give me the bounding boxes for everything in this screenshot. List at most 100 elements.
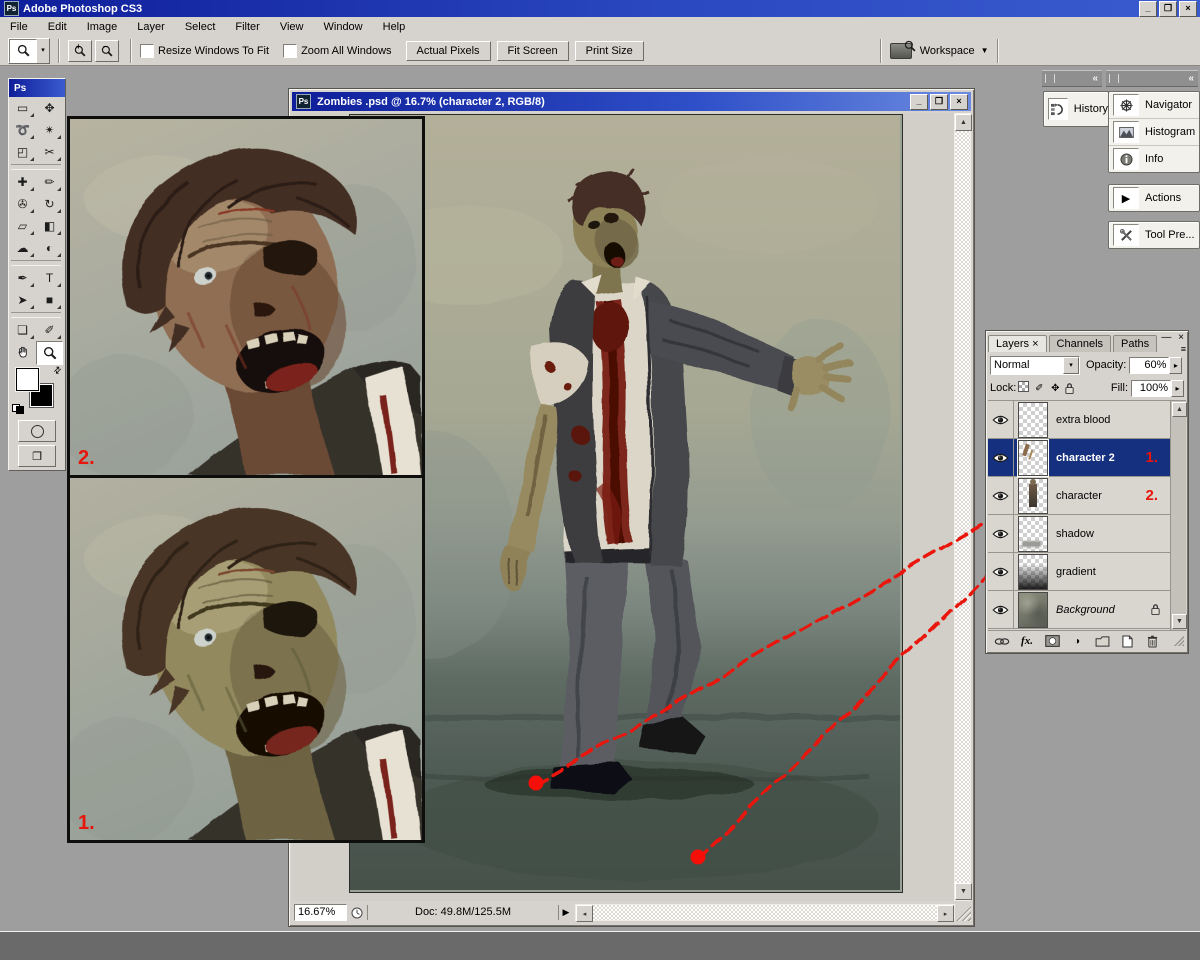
default-colors-icon[interactable]	[12, 404, 24, 414]
menu-filter[interactable]: Filter	[225, 19, 269, 35]
tool-shape[interactable]: ■	[36, 289, 63, 311]
status-options-arrow-icon[interactable]: ▶	[559, 907, 573, 918]
minimize-button[interactable]: _	[1139, 1, 1157, 17]
layer-row-extra-blood[interactable]: extra blood	[988, 401, 1171, 439]
tool-eyedropper[interactable]: ✐	[36, 319, 63, 341]
layers-scrollbar[interactable]: ▲ ▼	[1170, 401, 1186, 630]
info-palette-button[interactable]: Info	[1109, 146, 1199, 172]
horizontal-scrollbar[interactable]: ◂ ▸	[575, 904, 955, 921]
actual-pixels-button[interactable]: Actual Pixels	[406, 41, 491, 61]
tool-path-selection[interactable]: ➤	[9, 289, 36, 311]
tab-layers[interactable]: Layers ×	[988, 335, 1047, 352]
tool-magic-wand[interactable]: ✴	[36, 119, 63, 141]
tool-move[interactable]: ✥	[36, 97, 63, 119]
lock-transparency-icon[interactable]	[1016, 381, 1030, 395]
dock-grip[interactable]	[1109, 74, 1119, 83]
tool-brush[interactable]: ✏	[36, 171, 63, 193]
delete-layer-icon[interactable]	[1144, 634, 1160, 648]
resize-windows-checkbox[interactable]: Resize Windows To Fit	[140, 44, 269, 58]
new-layer-icon[interactable]	[1119, 634, 1135, 648]
dock-grip[interactable]	[1045, 74, 1055, 83]
visibility-toggle[interactable]	[988, 401, 1014, 438]
workspace-menu[interactable]: Workspace ▼	[890, 43, 989, 59]
navigator-palette-button[interactable]: Navigator	[1109, 92, 1199, 119]
menu-image[interactable]: Image	[77, 19, 128, 35]
zoom-out-button[interactable]: −	[95, 40, 119, 62]
tool-pen[interactable]: ✒	[9, 267, 36, 289]
new-group-icon[interactable]	[1094, 634, 1110, 648]
tool-presets-palette-button[interactable]: Tool Pre...	[1109, 222, 1199, 248]
doc-restore-button[interactable]: ❐	[930, 94, 948, 110]
blend-mode-select[interactable]: Normal ▾	[990, 356, 1080, 375]
tab-paths[interactable]: Paths	[1113, 335, 1157, 352]
foreground-color-swatch[interactable]	[16, 368, 39, 391]
layer-thumbnail[interactable]	[1018, 440, 1048, 476]
swap-colors-icon[interactable]: ⇄	[52, 364, 65, 377]
layer-thumbnail[interactable]	[1018, 402, 1048, 438]
layer-thumbnail[interactable]	[1018, 478, 1048, 514]
tab-close-icon[interactable]: ×	[1032, 338, 1038, 350]
visibility-toggle[interactable]	[988, 591, 1014, 628]
adjustment-layer-icon[interactable]: ◑	[1069, 634, 1085, 648]
tool-history-brush[interactable]: ↻	[36, 193, 63, 215]
fill-arrow-icon[interactable]: ▸	[1171, 380, 1184, 397]
zoom-all-windows-checkbox[interactable]: Zoom All Windows	[283, 44, 391, 58]
collapse-arrows-icon[interactable]: «	[1188, 73, 1194, 84]
visibility-toggle[interactable]	[988, 439, 1014, 476]
dock-header-right[interactable]: «	[1106, 70, 1198, 87]
tool-preset-dropdown-icon[interactable]: ▾	[37, 39, 49, 61]
fit-screen-button[interactable]: Fit Screen	[497, 41, 569, 61]
tool-type[interactable]: T	[36, 267, 63, 289]
menu-layer[interactable]: Layer	[127, 19, 175, 35]
tool-rectangular-marquee[interactable]: ▭	[9, 97, 36, 119]
layer-thumbnail[interactable]	[1018, 554, 1048, 590]
checkbox-box[interactable]	[283, 44, 297, 58]
restore-button[interactable]: ❐	[1159, 1, 1177, 17]
layer-row-background[interactable]: Background	[988, 591, 1171, 629]
tool-lasso[interactable]: ➰	[9, 119, 36, 141]
toolbox-titlebar[interactable]: Ps	[9, 79, 65, 97]
tool-eraser[interactable]: ▱	[9, 215, 36, 237]
scroll-down-icon[interactable]: ▼	[955, 883, 972, 900]
doc-minimize-button[interactable]: _	[910, 94, 928, 110]
menu-select[interactable]: Select	[175, 19, 226, 35]
lock-all-icon[interactable]	[1064, 382, 1078, 395]
resize-grip[interactable]	[955, 904, 971, 921]
zoom-in-button[interactable]: +	[68, 40, 92, 62]
chevron-down-icon[interactable]: ▾	[1063, 357, 1079, 374]
actions-palette-button[interactable]: ▶ Actions	[1109, 185, 1199, 211]
scroll-down-icon[interactable]: ▼	[1172, 614, 1187, 629]
tab-channels[interactable]: Channels	[1049, 335, 1111, 352]
screen-mode-button[interactable]: ❐	[18, 445, 56, 467]
layer-mask-icon[interactable]	[1044, 634, 1060, 648]
tool-crop[interactable]: ◰	[9, 141, 36, 163]
dock-header-left[interactable]: «	[1042, 70, 1102, 87]
tool-healing-brush[interactable]: ✚	[9, 171, 36, 193]
menu-file[interactable]: File	[0, 19, 38, 35]
layer-row-character-2[interactable]: character 2 1.	[988, 439, 1171, 477]
visibility-toggle[interactable]	[988, 553, 1014, 590]
layer-style-icon[interactable]: fx.	[1019, 634, 1035, 648]
layer-thumbnail[interactable]	[1018, 516, 1048, 552]
close-button[interactable]: ×	[1179, 1, 1197, 17]
tool-notes[interactable]: ❏	[9, 319, 36, 341]
lock-pixels-icon[interactable]: ✐	[1032, 383, 1046, 394]
artboard[interactable]	[349, 114, 903, 893]
opacity-arrow-icon[interactable]: ▸	[1169, 357, 1182, 374]
tool-zoom[interactable]	[36, 341, 63, 365]
layer-thumbnail[interactable]	[1018, 592, 1048, 628]
history-palette-button[interactable]: History	[1043, 91, 1109, 127]
lock-position-icon[interactable]: ✥	[1048, 383, 1062, 394]
histogram-palette-button[interactable]: Histogram	[1109, 119, 1199, 146]
tool-dodge[interactable]: ◐	[36, 237, 63, 259]
tool-blur[interactable]: ☁	[9, 237, 36, 259]
layer-row-character[interactable]: character 2.	[988, 477, 1171, 515]
menu-help[interactable]: Help	[373, 19, 416, 35]
tool-paint-bucket[interactable]: ◧	[36, 215, 63, 237]
scroll-left-icon[interactable]: ◂	[576, 905, 593, 922]
quick-mask-button[interactable]	[18, 420, 56, 442]
menu-window[interactable]: Window	[314, 19, 373, 35]
app-titlebar[interactable]: Ps Adobe Photoshop CS3 _ ❐ ×	[0, 0, 1200, 17]
link-layers-icon[interactable]	[994, 634, 1010, 648]
fill-field[interactable]: 100%	[1131, 380, 1171, 397]
